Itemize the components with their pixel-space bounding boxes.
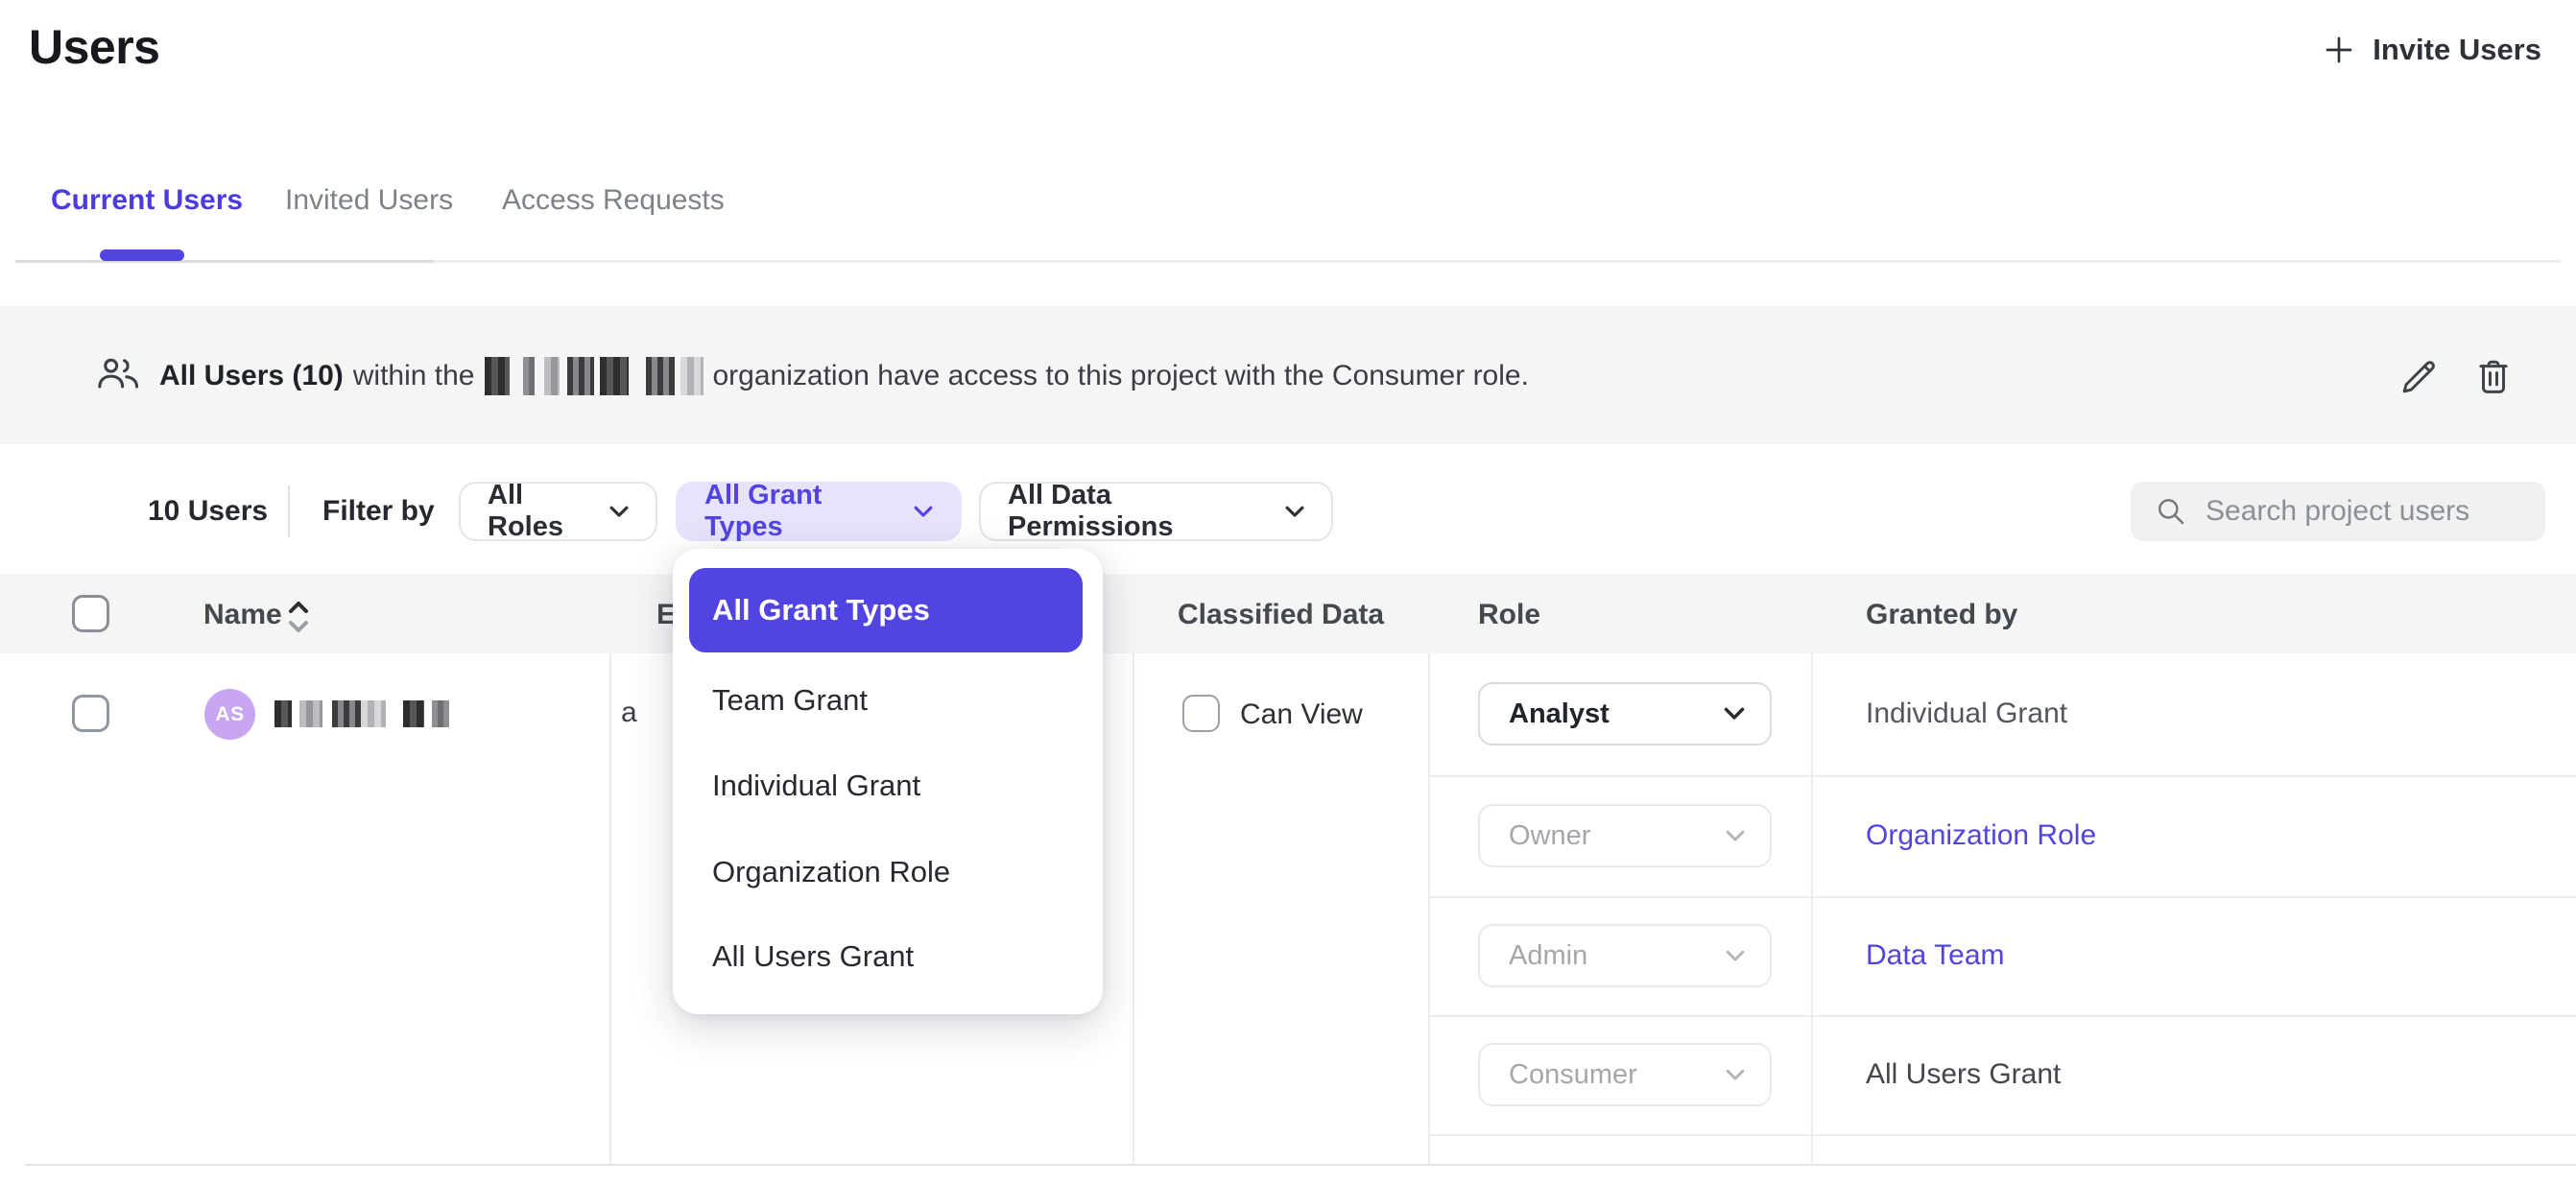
- search-icon: [2156, 496, 2186, 527]
- grant-row-divider: [1428, 1134, 2576, 1136]
- granted-by-individual-grant: Individual Grant: [1866, 696, 2067, 732]
- role-select-analyst[interactable]: Analyst: [1478, 682, 1772, 746]
- column-divider: [1428, 653, 1430, 1164]
- active-tab-indicator: [100, 249, 184, 261]
- dropdown-item-team-grant[interactable]: Team Grant: [712, 681, 868, 720]
- dropdown-item-individual-grant[interactable]: Individual Grant: [712, 767, 920, 805]
- role-select-value: Analyst: [1509, 699, 1610, 730]
- chevron-down-icon: [1726, 830, 1745, 842]
- chevron-down-icon: [609, 506, 629, 518]
- can-view-checkbox[interactable]: [1182, 695, 1220, 732]
- tabs-divider-line-dark: [15, 260, 434, 263]
- granted-by-all-users-grant: All Users Grant: [1866, 1056, 2061, 1093]
- column-divider: [609, 653, 611, 1164]
- chevron-down-icon: [1726, 950, 1745, 962]
- granted-by-data-team-link[interactable]: Data Team: [1866, 937, 2005, 974]
- column-header-classified-data: Classified Data: [1178, 597, 1384, 633]
- role-select-owner: Owner: [1478, 804, 1772, 867]
- tab-invited-users[interactable]: Invited Users: [285, 184, 453, 217]
- toolbar-divider: [288, 485, 290, 537]
- dropdown-item-organization-role[interactable]: Organization Role: [712, 853, 950, 891]
- granted-by-organization-role-link[interactable]: Organization Role: [1866, 817, 2096, 854]
- column-header-name[interactable]: Name: [203, 597, 282, 633]
- plus-icon: [2323, 34, 2355, 66]
- user-row-bottom-border: [25, 1164, 2576, 1166]
- invite-users-label: Invite Users: [2373, 33, 2541, 67]
- tab-current-users[interactable]: Current Users: [51, 184, 243, 217]
- trash-icon: [2473, 357, 2514, 397]
- column-divider: [1811, 653, 1813, 1164]
- column-header-role: Role: [1478, 597, 1540, 633]
- chevron-down-icon: [914, 506, 933, 518]
- delete-banner-button[interactable]: [2473, 357, 2514, 397]
- users-group-icon: [96, 355, 140, 393]
- can-view-label: Can View: [1240, 699, 1363, 731]
- all-grant-types-filter[interactable]: All Grant Types: [676, 482, 962, 541]
- banner-text-bold: All Users (10): [159, 360, 344, 392]
- chevron-down-icon: [1285, 506, 1304, 518]
- role-select-value: Owner: [1509, 820, 1590, 852]
- sort-icon[interactable]: [286, 599, 311, 635]
- column-divider: [1133, 653, 1134, 1164]
- all-data-permissions-label: All Data Permissions: [1008, 480, 1270, 543]
- row-checkbox[interactable]: [72, 695, 109, 732]
- users-page: Users Invite Users Current Users Invited…: [0, 0, 2576, 1184]
- grant-row-divider: [1428, 896, 2576, 898]
- role-select-admin: Admin: [1478, 924, 1772, 987]
- chevron-down-icon: [1726, 1069, 1745, 1081]
- edit-banner-button[interactable]: [2398, 357, 2439, 397]
- grant-row-divider: [1428, 1015, 2576, 1017]
- chevron-down-icon: [1724, 707, 1745, 721]
- search-input[interactable]: [2206, 495, 2513, 528]
- all-roles-label: All Roles: [488, 480, 594, 543]
- invite-users-button[interactable]: Invite Users: [2323, 33, 2541, 67]
- avatar: AS: [204, 689, 255, 740]
- email-fragment: a: [621, 697, 637, 729]
- grant-types-dropdown-menu: All Grant Types Team Grant Individual Gr…: [673, 549, 1103, 1014]
- role-select-value: Consumer: [1509, 1059, 1637, 1091]
- user-count: 10 Users: [148, 495, 268, 528]
- all-roles-filter[interactable]: All Roles: [459, 482, 657, 541]
- tab-access-requests[interactable]: Access Requests: [502, 184, 725, 217]
- page-title: Users: [29, 19, 160, 75]
- all-data-permissions-filter[interactable]: All Data Permissions: [979, 482, 1333, 541]
- banner-text: All Users (10) within the organization h…: [159, 357, 1529, 395]
- banner-text-end: organization have access to this project…: [713, 360, 1529, 392]
- pencil-icon: [2398, 357, 2439, 397]
- redacted-organization-name: [485, 357, 704, 395]
- grant-row-divider: [1428, 775, 2576, 777]
- banner-text-mid: within the: [353, 360, 475, 392]
- select-all-checkbox[interactable]: [72, 595, 109, 632]
- column-header-granted-by: Granted by: [1866, 597, 2017, 633]
- dropdown-item-all-users-grant[interactable]: All Users Grant: [712, 937, 914, 976]
- all-grant-types-label: All Grant Types: [704, 480, 898, 543]
- search-project-users[interactable]: [2131, 482, 2545, 541]
- filter-by-label: Filter by: [322, 495, 435, 528]
- redacted-user-name: [274, 700, 449, 727]
- role-select-value: Admin: [1509, 940, 1587, 972]
- role-select-consumer: Consumer: [1478, 1043, 1772, 1106]
- dropdown-item-all-grant-types[interactable]: All Grant Types: [689, 568, 1083, 652]
